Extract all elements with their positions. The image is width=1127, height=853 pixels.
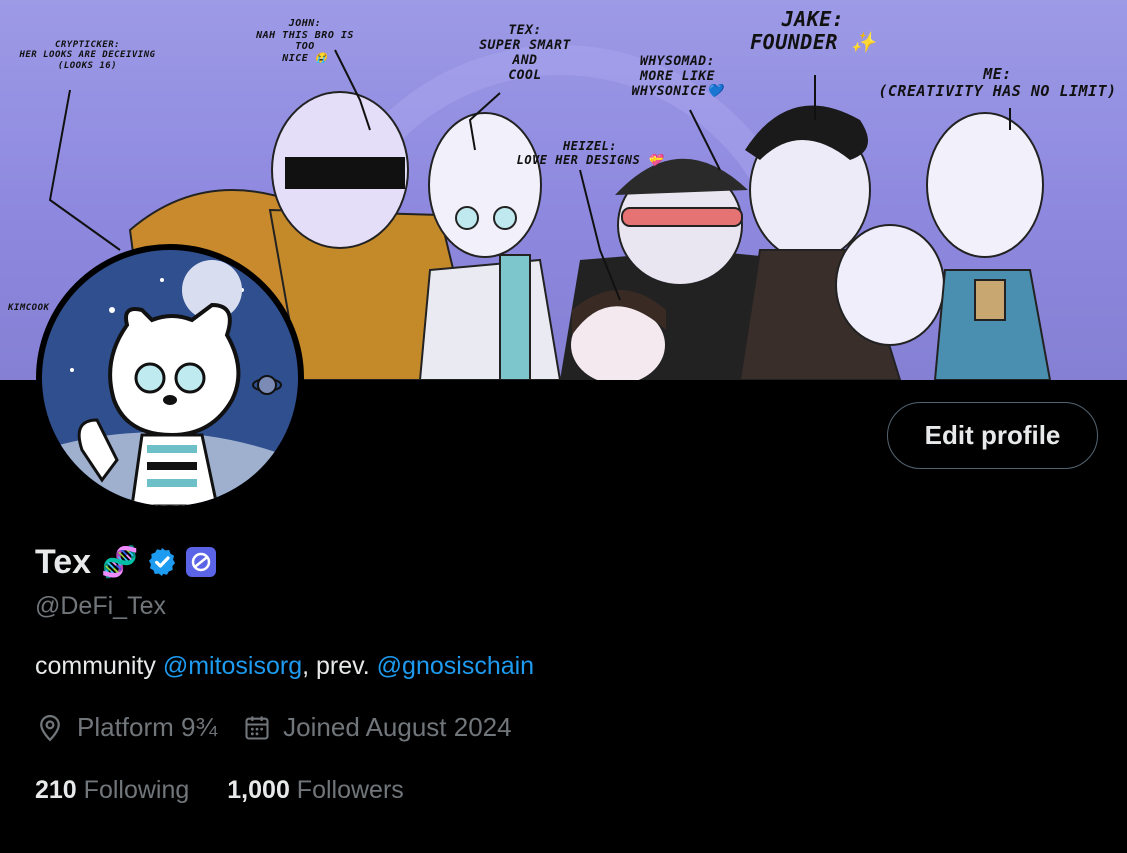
followers-label: Followers — [296, 776, 404, 804]
edit-profile-button[interactable]: Edit profile — [887, 402, 1098, 469]
affiliate-badge-icon[interactable] — [186, 547, 217, 577]
location-text: Platform 9¾ — [77, 712, 218, 742]
profile-name-row: Tex 🧬 — [35, 540, 217, 584]
avatar-illustration — [42, 250, 298, 506]
caption-heizel: HEIZEL: LOVE HER DESIGNS 💝 — [516, 139, 664, 167]
joined-text: Joined August 2024 — [283, 712, 512, 742]
profile-meta: Platform 9¾ Joined August 2024 — [35, 712, 538, 743]
profile-handle: @DeFi_Tex — [35, 592, 166, 620]
caption-tex: TEX: SUPER SMART AND COOL — [479, 23, 571, 83]
bio-mention-mitosisorg[interactable]: @mitosisorg — [163, 652, 302, 680]
caption-whysomad: WHYSOMAD: MORE LIKE WHYSONICE💙 — [631, 54, 724, 99]
caption-jake: JAKE: FOUNDER ✨ — [750, 7, 876, 54]
caption-crypticker: CRYPTICKER: HER LOOKS ARE DECEIVING (LOO… — [19, 40, 156, 71]
bio-text-prefix: community — [35, 652, 163, 680]
caption-john: JOHN: NAH THIS BRO IS TOO NICE 😭 — [256, 18, 354, 64]
profile-stats: 210 Following 1,000 Followers — [35, 776, 442, 805]
profile-joined: Joined August 2024 — [243, 712, 512, 743]
following-link[interactable]: 210 Following — [35, 776, 189, 805]
dna-emoji-icon: 🧬 — [101, 545, 139, 579]
bio-mention-gnosischain[interactable]: @gnosischain — [377, 652, 534, 680]
profile-location: Platform 9¾ — [35, 712, 217, 743]
bio-text-middle: , prev. — [302, 652, 377, 680]
location-pin-icon — [40, 714, 60, 741]
followers-count: 1,000 — [227, 776, 290, 804]
verified-badge-icon[interactable] — [146, 546, 178, 578]
followers-link[interactable]: 1,000 Followers — [227, 776, 404, 805]
profile-bio: community @mitosisorg, prev. @gnosischai… — [35, 652, 534, 681]
following-count: 210 — [35, 776, 77, 804]
following-label: Following — [83, 776, 190, 804]
profile-avatar[interactable] — [36, 244, 304, 512]
profile-name: Tex — [35, 542, 92, 581]
caption-me: ME: (CREATIVITY HAS NO LIMIT) — [878, 65, 1117, 101]
calendar-icon — [245, 715, 269, 740]
